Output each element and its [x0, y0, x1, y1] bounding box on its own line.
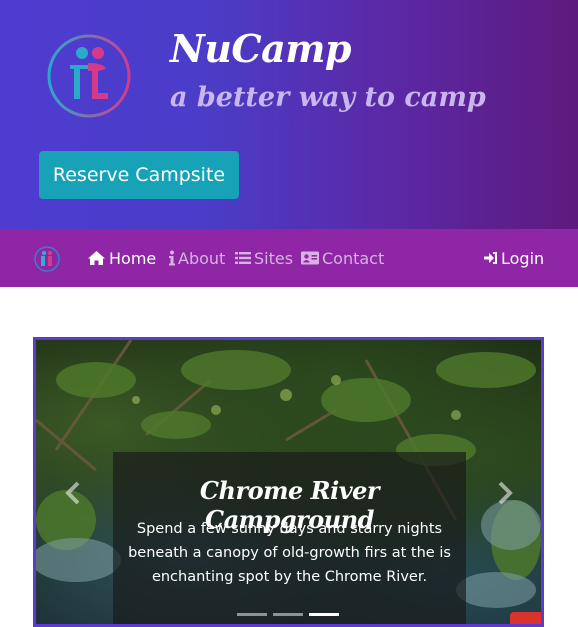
nav-about-label: About	[178, 248, 226, 268]
campsite-carousel: Chrome River Campground Spend a few sunn…	[33, 337, 544, 627]
carousel-indicator[interactable]	[273, 613, 303, 616]
brand-tagline: a better way to camp	[170, 82, 486, 113]
nav-logo-icon[interactable]	[33, 245, 61, 273]
nav-contact-link[interactable]: Contact	[301, 248, 384, 268]
nucamp-logo-icon	[47, 34, 131, 118]
nav-about-link[interactable]: About	[168, 248, 225, 268]
carousel-next-icon[interactable]	[492, 480, 516, 506]
jumbotron: NuCamp a better way to camp Reserve Camp…	[0, 0, 578, 229]
sign-in-icon	[484, 252, 497, 264]
address-card-icon	[301, 251, 319, 265]
nav-home-label: Home	[109, 248, 157, 268]
navbar: Home About Sites Contact Login	[0, 229, 578, 287]
login-label: Login	[501, 248, 545, 268]
login-link[interactable]: Login	[484, 248, 544, 268]
list-icon	[235, 252, 251, 264]
carousel-indicators	[237, 613, 339, 616]
nav-sites-label: Sites	[254, 248, 294, 268]
carousel-indicator[interactable]	[237, 613, 267, 616]
nav-sites-link[interactable]: Sites	[235, 248, 293, 268]
caption-text: Spend a few sunny days and starry nights…	[128, 521, 451, 585]
red-badge	[510, 612, 541, 624]
info-icon	[169, 250, 175, 266]
reserve-campsite-button[interactable]: Reserve Campsite	[39, 151, 239, 199]
carousel-indicator-active[interactable]	[309, 613, 339, 616]
nav-contact-label: Contact	[322, 248, 385, 268]
carousel-prev-icon[interactable]	[62, 480, 86, 506]
nav-home-link[interactable]: Home	[87, 248, 156, 268]
home-icon	[88, 251, 105, 265]
brand-title: NuCamp	[170, 26, 352, 71]
